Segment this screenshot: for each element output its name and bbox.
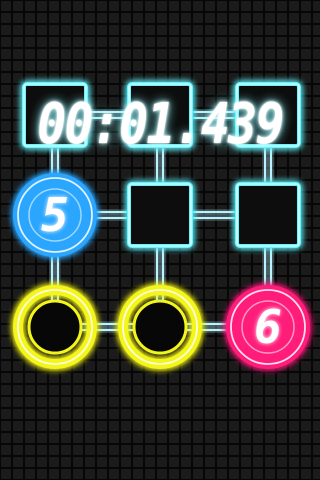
- tile-number-label: 5: [41, 188, 69, 242]
- circle-tile-r3-c2[interactable]: [118, 285, 202, 369]
- tile-number-label: 6: [254, 300, 282, 354]
- circle-tile-r2-c1[interactable]: 5: [13, 173, 97, 257]
- circle-tile-r3-c3[interactable]: 6: [226, 285, 310, 369]
- game-board: 56: [0, 0, 320, 480]
- square-tile-r1-c3[interactable]: [235, 82, 301, 148]
- tile-layer: 56: [13, 82, 310, 369]
- square-tile-r1-c1[interactable]: [22, 82, 88, 148]
- game-screen: 56 00:01.439: [0, 0, 320, 480]
- square-tile-r2-c3[interactable]: [235, 182, 301, 248]
- square-tile-r1-c2[interactable]: [127, 82, 193, 148]
- square-tile-r2-c2[interactable]: [127, 182, 193, 248]
- circle-tile-r3-c1[interactable]: [13, 285, 97, 369]
